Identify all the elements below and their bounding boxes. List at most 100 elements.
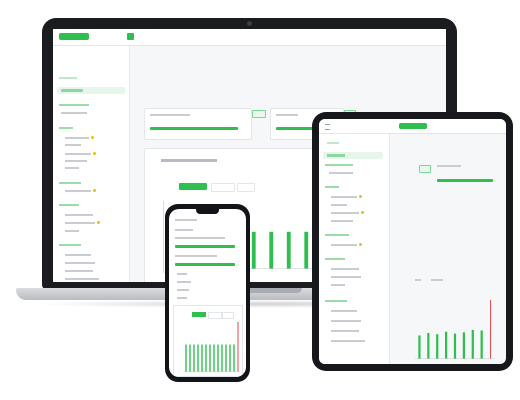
sidebar-item[interactable] xyxy=(331,204,347,206)
sidebar-item[interactable] xyxy=(331,196,357,198)
chart-bar xyxy=(225,344,227,372)
warning-dot xyxy=(91,136,94,139)
sidebar-item[interactable] xyxy=(331,268,359,270)
chart-bar xyxy=(269,231,274,269)
sidebar-item[interactable] xyxy=(331,244,357,246)
sidebar-item[interactable] xyxy=(65,144,81,146)
chart-bar xyxy=(193,344,195,372)
sidebar-item[interactable] xyxy=(331,320,361,322)
phone-text xyxy=(177,289,189,291)
tablet-top-bar xyxy=(319,119,506,134)
sidebar-item[interactable] xyxy=(331,276,361,278)
sidebar-item[interactable] xyxy=(65,278,99,280)
sidebar-selected-marker xyxy=(61,89,83,92)
action-button[interactable] xyxy=(419,165,431,173)
phone-notch xyxy=(196,209,219,214)
tab-active[interactable] xyxy=(179,183,207,190)
tab[interactable] xyxy=(222,312,234,319)
sidebar-item[interactable] xyxy=(331,220,353,222)
phone-header-text xyxy=(175,219,197,221)
warning-dot xyxy=(93,152,96,155)
chart-bar xyxy=(445,331,448,359)
sidebar-heading xyxy=(59,204,79,206)
device-mockup-scene xyxy=(0,0,520,400)
sidebar-item[interactable] xyxy=(65,230,79,232)
sidebar-heading xyxy=(59,244,81,246)
menu-icon[interactable] xyxy=(325,124,330,130)
sidebar-heading xyxy=(325,164,353,166)
phone xyxy=(165,204,250,382)
chart-bar xyxy=(189,344,191,372)
laptop-top-bar xyxy=(53,29,446,46)
sidebar-heading xyxy=(59,127,73,129)
phone-text xyxy=(177,273,187,275)
sidebar-item[interactable] xyxy=(65,254,91,256)
chart-y-axis xyxy=(163,201,164,273)
sidebar-item[interactable] xyxy=(65,214,93,216)
progress-bar xyxy=(175,263,235,266)
progress-bar xyxy=(437,179,493,182)
chart-bar xyxy=(436,334,439,359)
tablet-sidebar xyxy=(319,134,390,364)
sidebar-item[interactable] xyxy=(65,270,93,272)
tab[interactable] xyxy=(211,183,235,192)
chart-bar xyxy=(213,344,215,372)
phone-text xyxy=(175,255,217,257)
progress-bar xyxy=(175,245,235,248)
sidebar-item[interactable] xyxy=(65,160,87,162)
tablet-screen xyxy=(319,119,506,364)
chart-bar xyxy=(286,231,291,269)
phone-screen xyxy=(169,209,246,377)
sidebar-item[interactable] xyxy=(65,153,91,155)
warning-dot xyxy=(361,211,364,214)
chart-bar xyxy=(471,329,474,359)
chart-bar xyxy=(217,344,219,372)
sidebar-item[interactable] xyxy=(65,222,95,224)
sidebar-item[interactable] xyxy=(331,330,359,332)
sidebar-item[interactable] xyxy=(329,172,353,174)
sidebar-item[interactable] xyxy=(65,167,79,169)
chart-bar xyxy=(205,344,207,372)
sidebar-item[interactable] xyxy=(331,284,345,286)
chart-bar xyxy=(427,332,430,359)
warning-dot xyxy=(359,195,362,198)
app-logo xyxy=(59,33,89,40)
tab-active[interactable] xyxy=(192,312,206,317)
sidebar-heading xyxy=(59,104,89,106)
progress-bar xyxy=(150,127,238,130)
action-button[interactable] xyxy=(252,110,266,118)
sidebar-heading xyxy=(327,142,339,144)
tab[interactable] xyxy=(208,312,222,319)
sidebar-item[interactable] xyxy=(65,262,95,264)
menu-icon[interactable] xyxy=(127,33,134,40)
sidebar-item[interactable] xyxy=(331,340,365,342)
chart-bar xyxy=(201,344,203,372)
info-text xyxy=(431,279,443,281)
tablet xyxy=(312,112,513,371)
camera-icon xyxy=(247,21,252,26)
sidebar-item[interactable] xyxy=(331,310,357,312)
sidebar-item[interactable] xyxy=(331,212,359,214)
phone-chart xyxy=(184,322,240,372)
chart-bar xyxy=(209,344,211,372)
laptop-sidebar xyxy=(53,46,130,282)
phone-text xyxy=(177,297,187,299)
sidebar-heading xyxy=(59,182,81,184)
laptop-chart xyxy=(245,231,315,269)
chart-bar xyxy=(221,344,223,372)
warning-dot xyxy=(97,221,100,224)
tab[interactable] xyxy=(237,183,255,192)
chart-bar xyxy=(229,344,231,372)
app-logo xyxy=(399,123,427,129)
chart-bar xyxy=(251,231,256,269)
phone-chart-card xyxy=(173,305,243,377)
card-label xyxy=(276,114,298,116)
phone-text xyxy=(177,281,191,283)
info-text xyxy=(437,165,461,167)
sidebar-item[interactable] xyxy=(61,112,87,114)
tablet-chart xyxy=(415,300,495,359)
sidebar-item[interactable] xyxy=(65,137,89,139)
sidebar-item[interactable] xyxy=(65,190,91,192)
chart-bar xyxy=(418,335,421,359)
warning-dot xyxy=(93,189,96,192)
